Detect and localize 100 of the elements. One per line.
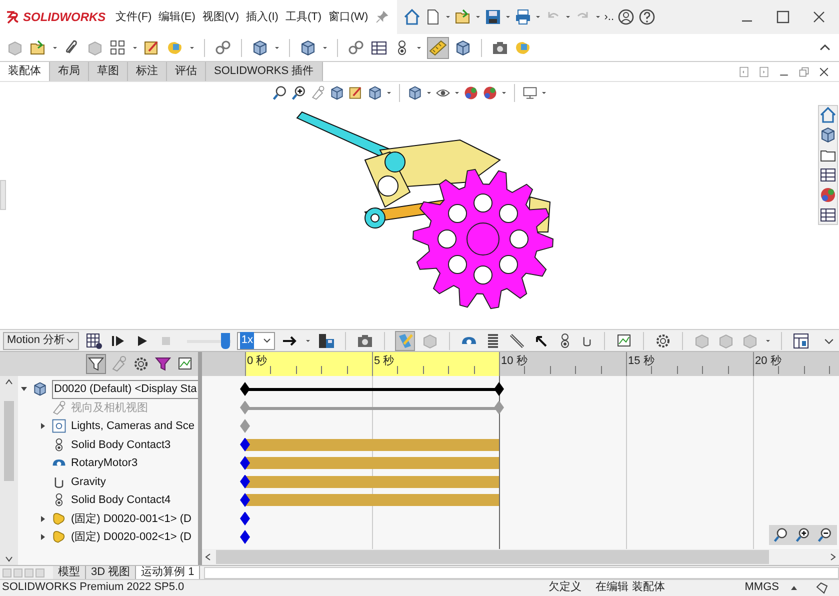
tree-item[interactable]: Lights, Cameras and Sce	[71, 418, 195, 434]
scroll-up-icon[interactable]	[4, 378, 14, 386]
open-folder-icon[interactable]	[454, 8, 472, 26]
document-tab[interactable]: 模型	[53, 566, 86, 579]
command-tab[interactable]: 标注	[128, 62, 167, 81]
open-folder-icon[interactable]	[29, 38, 47, 56]
zoom-in-icon[interactable]	[291, 85, 307, 101]
caret-icon[interactable]	[426, 89, 432, 97]
expand-arrow-icon[interactable]	[39, 533, 47, 542]
slider-thumb[interactable]	[220, 332, 230, 348]
cube-icon[interactable]	[407, 85, 423, 101]
panel-layout-icon[interactable]	[792, 332, 810, 350]
scroll-right-icon[interactable]	[829, 552, 837, 562]
appearance-icon[interactable]	[463, 85, 479, 101]
scroll-down-icon[interactable]	[4, 555, 14, 563]
damper-icon[interactable]	[508, 332, 526, 350]
chain-icon[interactable]	[347, 38, 365, 56]
filter-icon[interactable]	[154, 355, 172, 373]
monitor-icon[interactable]	[522, 85, 538, 101]
calculate-icon[interactable]	[85, 332, 104, 350]
key-point-icon[interactable]	[494, 382, 504, 396]
pin-icon[interactable]	[375, 10, 390, 24]
menu-item[interactable]: 插入(I)	[246, 8, 278, 26]
unit-system[interactable]: MMGS	[744, 579, 779, 596]
speed-dropdown[interactable]: 1x	[237, 332, 275, 350]
menu-item[interactable]: 视图(V)	[202, 8, 240, 26]
study-type-dropdown[interactable]: Motion 分析	[3, 332, 80, 350]
tag-icon[interactable]	[815, 580, 829, 594]
restore-icon[interactable]	[797, 64, 811, 78]
playback-slider[interactable]	[187, 332, 232, 348]
tile-right-icon[interactable]	[757, 64, 771, 78]
zoom-out-icon[interactable]	[817, 527, 833, 543]
plot-icon[interactable]	[615, 332, 633, 350]
printer-icon[interactable]	[514, 8, 532, 26]
caret-icon[interactable]	[505, 13, 512, 21]
document-tab[interactable]: 3D 视图	[86, 566, 136, 579]
table-icon[interactable]	[819, 166, 837, 184]
menu-item[interactable]: 文件(F)	[116, 8, 152, 26]
tree-item[interactable]: (固定) D0020-002<1> (D	[71, 529, 192, 546]
cube-icon[interactable]	[251, 38, 269, 56]
save-animation-icon[interactable]	[317, 332, 335, 350]
cube-icon[interactable]	[367, 85, 383, 101]
caret-icon[interactable]	[501, 89, 507, 97]
menu-item[interactable]: 工具(T)	[285, 8, 322, 26]
appearance-icon[interactable]	[482, 85, 498, 101]
settings-icon[interactable]	[132, 355, 150, 373]
cube-icon[interactable]	[299, 38, 317, 56]
document-tab[interactable]: 运动算例 1	[136, 566, 200, 579]
key-point-icon[interactable]	[240, 530, 250, 544]
expand-arrow-icon[interactable]	[39, 514, 47, 523]
appearance-icon[interactable]	[819, 186, 837, 204]
panel-handle[interactable]	[0, 180, 6, 210]
chain-icon[interactable]	[214, 38, 232, 56]
save-icon[interactable]	[484, 8, 502, 26]
cube-icon[interactable]	[454, 38, 472, 56]
scroll-thumb[interactable]	[4, 400, 14, 480]
tree-item[interactable]: Gravity	[71, 474, 106, 490]
zoom-to-fit-icon[interactable]	[272, 85, 288, 101]
table-icon[interactable]	[819, 206, 837, 224]
table-icon[interactable]	[370, 38, 388, 56]
tree-item[interactable]: (固定) D0020-001<1> (D	[71, 510, 192, 527]
scroll-left-icon[interactable]	[204, 552, 212, 562]
command-tab[interactable]: 布局	[50, 62, 89, 81]
chevron-down-icon[interactable]	[65, 336, 76, 346]
maximize-icon[interactable]	[774, 8, 792, 26]
caret-icon[interactable]	[595, 13, 602, 21]
collapse-arrow-icon[interactable]	[20, 385, 28, 394]
more-button[interactable]: ›..	[604, 8, 614, 26]
caret-icon[interactable]	[386, 89, 392, 97]
caret-icon[interactable]	[445, 13, 452, 21]
tile-left-icon[interactable]	[737, 64, 751, 78]
zoom-in-icon[interactable]	[795, 527, 811, 543]
key-point-icon[interactable]	[240, 382, 250, 396]
home-icon[interactable]	[819, 106, 837, 124]
vertical-scrollbar[interactable]	[0, 376, 18, 565]
caret-icon[interactable]	[454, 89, 460, 97]
settings-icon[interactable]	[654, 332, 672, 350]
user-icon[interactable]	[617, 8, 635, 26]
grid-icon[interactable]	[109, 38, 127, 56]
command-tab[interactable]: SOLIDWORKS 插件	[206, 62, 323, 81]
cube-icon[interactable]	[819, 126, 837, 144]
caret-icon[interactable]	[475, 13, 482, 21]
caret-icon[interactable]	[565, 13, 572, 21]
tree-item[interactable]: Solid Body Contact3	[71, 436, 171, 453]
key-point-icon[interactable]	[240, 512, 250, 526]
help-icon[interactable]	[638, 8, 656, 26]
horizontal-scrollbar[interactable]	[202, 549, 839, 565]
home-icon[interactable]	[403, 8, 422, 26]
expand-arrow-icon[interactable]	[39, 422, 47, 430]
menu-item[interactable]: 编辑(E)	[158, 8, 196, 26]
tree-item[interactable]: D0020 (Default) <Display Sta	[52, 380, 198, 398]
edit-part-icon[interactable]	[348, 85, 364, 101]
caret-up-icon[interactable]	[791, 584, 797, 590]
menu-item[interactable]: 窗口(W)	[328, 8, 368, 26]
caret-icon[interactable]	[535, 13, 542, 21]
command-tab[interactable]: 评估	[167, 62, 206, 81]
zoom-to-fit-icon[interactable]	[773, 527, 789, 543]
caret-icon[interactable]	[541, 89, 547, 97]
chevron-down-icon[interactable]	[262, 336, 272, 346]
tree-item[interactable]: RotaryMotor3	[71, 455, 138, 472]
